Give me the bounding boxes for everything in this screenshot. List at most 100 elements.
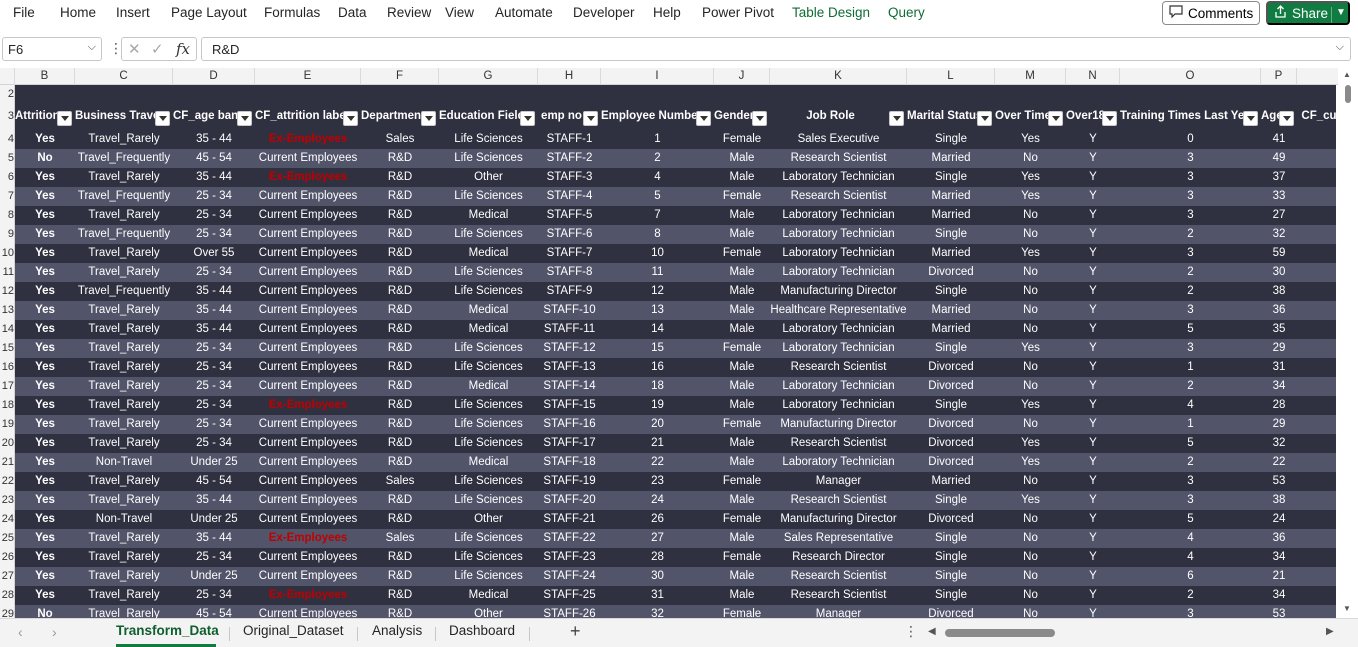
table-cell[interactable]: Other bbox=[439, 605, 538, 618]
table-cell[interactable]: No bbox=[995, 586, 1066, 605]
table-cell[interactable]: Ex-Employees bbox=[255, 168, 361, 187]
table-cell[interactable]: Y bbox=[1066, 548, 1120, 567]
table-cell[interactable]: 35 - 44 bbox=[173, 282, 255, 301]
table-cell[interactable]: Yes bbox=[995, 130, 1066, 149]
table-cell[interactable]: Travel_Rarely bbox=[75, 567, 173, 586]
table-cell[interactable]: Travel_Rarely bbox=[75, 320, 173, 339]
table-row[interactable]: Yes Travel_Rarely 35 - 44 Current Employees… bbox=[15, 320, 1336, 339]
table-cell[interactable]: Travel_Rarely bbox=[75, 130, 173, 149]
column-header-p[interactable]: P bbox=[1261, 68, 1297, 85]
table-cell[interactable]: Other bbox=[439, 510, 538, 529]
table-row[interactable]: Yes Travel_Rarely 25 - 34 Current Employees… bbox=[15, 415, 1336, 434]
table-cell[interactable]: STAFF-21 bbox=[538, 510, 601, 529]
table-cell[interactable]: Y bbox=[1066, 377, 1120, 396]
table-cell[interactable]: No bbox=[995, 282, 1066, 301]
table-cell[interactable]: Research Scientist bbox=[770, 187, 907, 206]
row-header-2[interactable]: 2 bbox=[0, 85, 15, 104]
table-cell[interactable]: 35 - 44 bbox=[173, 168, 255, 187]
table-cell[interactable]: STAFF-3 bbox=[538, 168, 601, 187]
table-cell[interactable]: 41 bbox=[1261, 130, 1297, 149]
table-cell[interactable]: STAFF-8 bbox=[538, 263, 601, 282]
table-cell[interactable]: Yes bbox=[15, 567, 75, 586]
table-cell[interactable]: 25 - 34 bbox=[173, 206, 255, 225]
table-cell[interactable]: 34 bbox=[1261, 586, 1297, 605]
table-cell[interactable]: STAFF-9 bbox=[538, 282, 601, 301]
table-cell[interactable]: No bbox=[995, 320, 1066, 339]
table-cell[interactable]: Other bbox=[439, 168, 538, 187]
table-cell[interactable]: 13 bbox=[601, 301, 714, 320]
menu-view[interactable]: View bbox=[445, 5, 474, 20]
table-cell[interactable]: Male bbox=[714, 453, 770, 472]
table-cell[interactable]: No bbox=[995, 548, 1066, 567]
table-cell[interactable]: Yes bbox=[15, 377, 75, 396]
row-header-15[interactable]: 15 bbox=[0, 339, 15, 358]
table-cell[interactable]: Sales Representative bbox=[770, 529, 907, 548]
table-cell[interactable]: Married bbox=[907, 187, 995, 206]
table-cell[interactable]: Sales bbox=[361, 130, 439, 149]
table-cell[interactable]: Female bbox=[714, 472, 770, 491]
table-cell[interactable]: Yes bbox=[15, 358, 75, 377]
table-cell[interactable]: Current Employees bbox=[255, 491, 361, 510]
column-header-g[interactable]: G bbox=[439, 68, 538, 85]
table-cell[interactable]: Divorced bbox=[907, 263, 995, 282]
insert-function-icon[interactable]: fx bbox=[176, 40, 190, 58]
table-cell[interactable]: Male bbox=[714, 320, 770, 339]
table-cell[interactable]: Life Sciences bbox=[439, 282, 538, 301]
table-cell[interactable]: Research Scientist bbox=[770, 586, 907, 605]
table-cell[interactable]: Travel_Rarely bbox=[75, 434, 173, 453]
table-cell[interactable]: R&D bbox=[361, 491, 439, 510]
table-cell[interactable]: 3 bbox=[1120, 149, 1261, 168]
table-cell[interactable]: Travel_Rarely bbox=[75, 396, 173, 415]
table-cell[interactable]: 18 bbox=[601, 377, 714, 396]
table-cell[interactable]: Single bbox=[907, 491, 995, 510]
table-cell[interactable]: 0 bbox=[1120, 130, 1261, 149]
table-cell[interactable]: 3 bbox=[1120, 168, 1261, 187]
vertical-scrollbar[interactable]: ▲ ▼ bbox=[1338, 68, 1358, 618]
table-cell[interactable]: Male bbox=[714, 491, 770, 510]
table-cell[interactable]: Yes bbox=[15, 225, 75, 244]
table-cell[interactable]: Yes bbox=[15, 282, 75, 301]
table-cell[interactable]: Medical bbox=[439, 244, 538, 263]
expand-formula-icon[interactable]: ⌵ bbox=[1336, 41, 1344, 54]
menu-table-design[interactable]: Table Design bbox=[792, 5, 870, 20]
table-cell[interactable]: R&D bbox=[361, 149, 439, 168]
table-cell[interactable]: Manufacturing Director bbox=[770, 510, 907, 529]
table-cell[interactable]: 25 - 34 bbox=[173, 396, 255, 415]
table-cell[interactable]: Male bbox=[714, 434, 770, 453]
table-cell[interactable]: Married bbox=[907, 149, 995, 168]
row-header-22[interactable]: 22 bbox=[0, 472, 15, 491]
table-cell[interactable]: R&D bbox=[361, 396, 439, 415]
filter-dropdown-icon[interactable] bbox=[583, 111, 598, 126]
table-cell[interactable]: 34 bbox=[1261, 377, 1297, 396]
table-cell[interactable]: Divorced bbox=[907, 415, 995, 434]
table-cell[interactable]: STAFF-19 bbox=[538, 472, 601, 491]
table-cell[interactable]: Y bbox=[1066, 529, 1120, 548]
table-row[interactable]: Yes Travel_Rarely 25 - 34 Current Employees… bbox=[15, 206, 1336, 225]
table-cell[interactable]: STAFF-4 bbox=[538, 187, 601, 206]
table-cell[interactable]: 35 - 44 bbox=[173, 491, 255, 510]
table-cell[interactable]: 8 bbox=[601, 225, 714, 244]
table-cell[interactable]: No bbox=[995, 472, 1066, 491]
table-cell[interactable]: Single bbox=[907, 396, 995, 415]
row-header-16[interactable]: 16 bbox=[0, 358, 15, 377]
chevron-down-icon[interactable]: ▼ bbox=[1336, 7, 1346, 18]
table-cell[interactable]: STAFF-10 bbox=[538, 301, 601, 320]
filter-dropdown-icon[interactable] bbox=[1102, 111, 1117, 126]
table-cell[interactable]: 30 bbox=[601, 567, 714, 586]
table-cell[interactable]: Current Employees bbox=[255, 510, 361, 529]
table-cell[interactable]: 2 bbox=[1120, 225, 1261, 244]
table-cell[interactable]: Single bbox=[907, 282, 995, 301]
table-cell[interactable]: Sales bbox=[361, 529, 439, 548]
menu-query[interactable]: Query bbox=[888, 5, 925, 20]
share-button[interactable]: Share ▼ bbox=[1266, 1, 1350, 25]
table-cell[interactable]: Female bbox=[714, 548, 770, 567]
row-header-5[interactable]: 5 bbox=[0, 149, 15, 168]
column-header-c[interactable]: C bbox=[75, 68, 173, 85]
table-cell[interactable]: 27 bbox=[1261, 206, 1297, 225]
column-header-j[interactable]: J bbox=[714, 68, 770, 85]
table-cell[interactable]: Ex-Employees bbox=[255, 130, 361, 149]
table-cell[interactable]: Current Employees bbox=[255, 358, 361, 377]
table-cell[interactable]: 25 - 34 bbox=[173, 263, 255, 282]
table-cell[interactable]: STAFF-26 bbox=[538, 605, 601, 618]
name-box[interactable]: F6 ⌵ bbox=[2, 37, 102, 61]
